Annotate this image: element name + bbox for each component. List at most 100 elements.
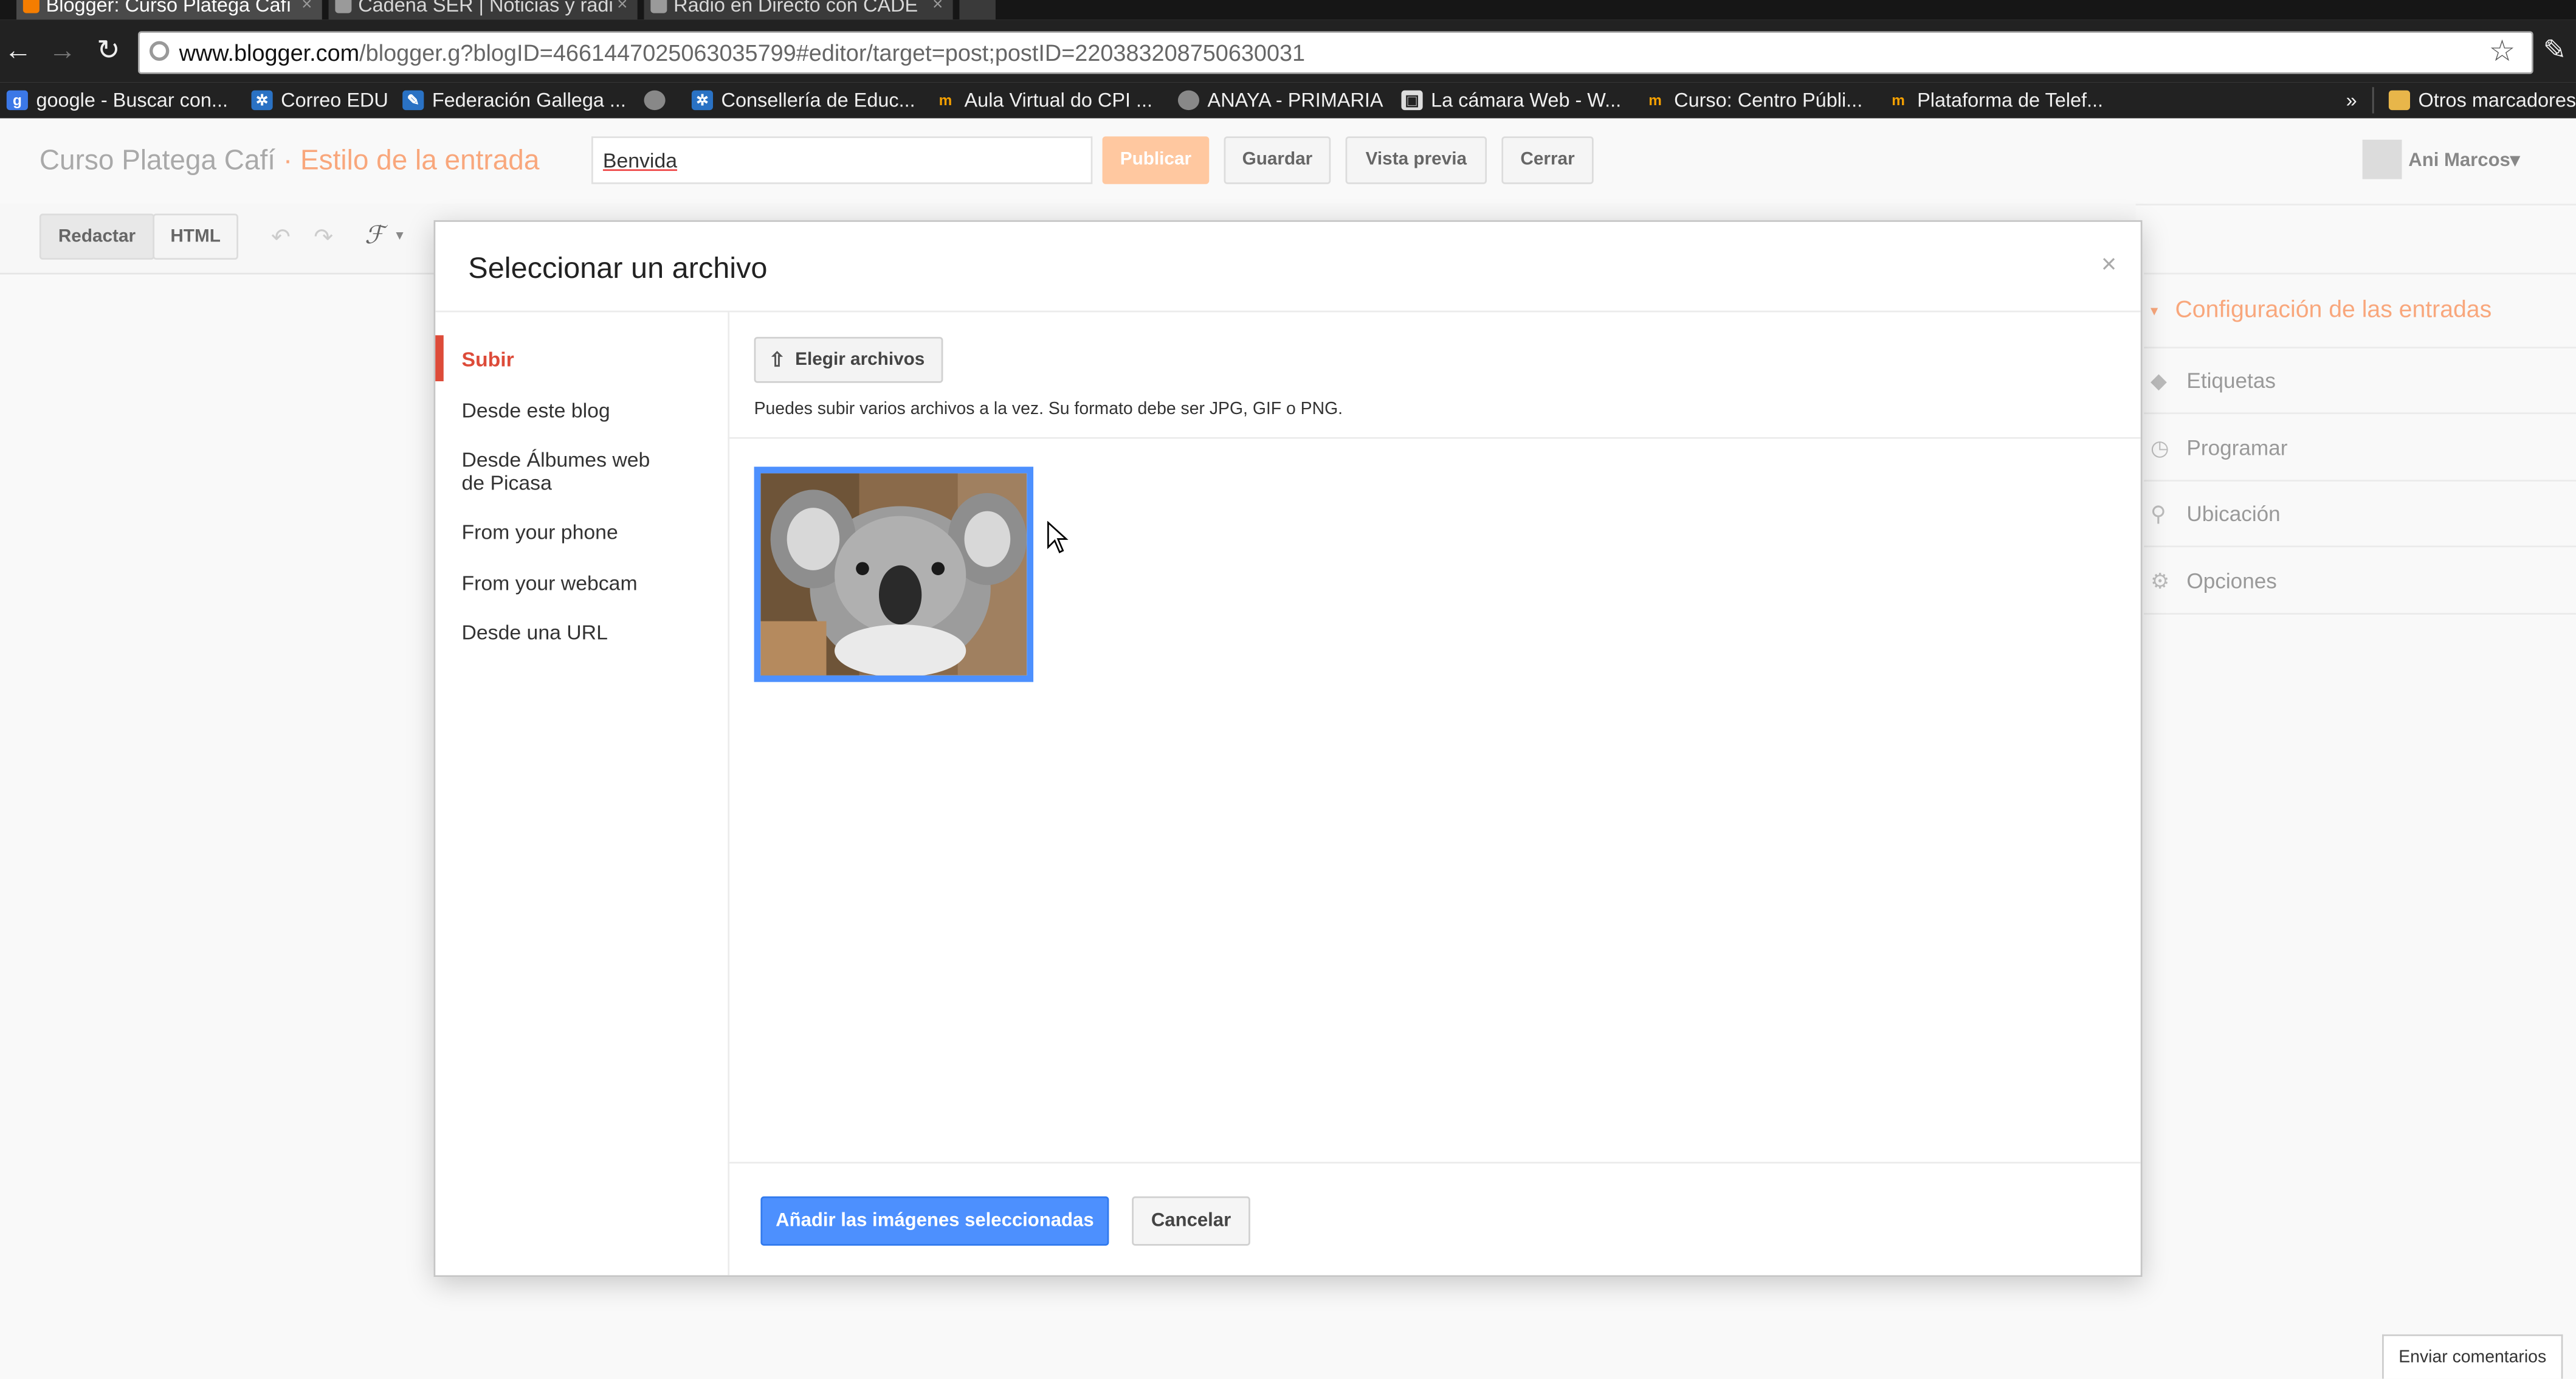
camera-icon: ▣ xyxy=(1401,90,1423,111)
font-icon[interactable]: ℱ xyxy=(365,220,384,250)
google-icon: g xyxy=(6,90,28,111)
xunta-icon: ✲ xyxy=(251,90,273,111)
bookmark-label: Plataforma de Telef... xyxy=(1917,88,2104,112)
source-this-blog[interactable]: Desde este blog xyxy=(461,399,708,423)
tab-cadena-ser[interactable]: Cadena SER | Noticias y radi × xyxy=(328,0,638,20)
bookmark-federacion[interactable]: ✎ Federación Gallega ... xyxy=(402,87,626,113)
new-tab-button[interactable] xyxy=(959,0,996,20)
source-url[interactable]: Desde una URL xyxy=(461,621,708,645)
back-arrow-icon[interactable]: ← xyxy=(2,35,35,67)
chevron-down-icon: ▾ xyxy=(2510,151,2520,171)
bookmarks-overflow-button[interactable]: » xyxy=(2346,87,2357,113)
selected-indicator xyxy=(435,335,444,382)
bookmark-google[interactable]: g google - Buscar con... xyxy=(6,87,228,113)
source-upload[interactable]: Subir xyxy=(461,348,708,372)
forward-arrow-icon[interactable]: → xyxy=(46,35,79,67)
page-icon xyxy=(149,41,170,61)
breadcrumb: Curso Platega Cafí · Estilo de la entrad… xyxy=(40,145,540,178)
federacion-icon: ✎ xyxy=(402,90,424,111)
tab-title: Radio en Directo con CADE xyxy=(673,0,918,17)
blogger-header: Curso Platega Cafí · Estilo de la entrad… xyxy=(0,118,2576,206)
blog-name[interactable]: Curso Platega Cafí xyxy=(40,145,275,176)
html-mode-button[interactable]: HTML xyxy=(153,213,238,260)
other-bookmarks[interactable]: Otros marcadores xyxy=(2388,87,2576,113)
ser-icon xyxy=(335,0,352,13)
ser-icon xyxy=(650,0,667,13)
user-menu[interactable]: Ani Marcos▾ xyxy=(2408,148,2519,171)
settings-item-schedule[interactable]: ◷ Programar xyxy=(2144,416,2576,482)
screen: Blogger: Curso Platega Cafí × Cadena SER… xyxy=(0,0,2576,1379)
tab-blogger[interactable]: Blogger: Curso Platega Cafí × xyxy=(16,0,322,20)
avatar[interactable] xyxy=(2362,139,2402,179)
post-title-input[interactable]: Benvida xyxy=(591,136,1093,184)
user-name: Ani Marcos xyxy=(2408,151,2510,171)
moodle-icon: m xyxy=(938,92,952,109)
undo-icon[interactable]: ↶ xyxy=(271,224,291,252)
bookmark-label: Consellería de Educ... xyxy=(721,88,915,112)
bookmark-plataforma[interactable]: m Plataforma de Telef... xyxy=(1888,87,2104,113)
chevron-down-icon[interactable]: ▾ xyxy=(396,227,403,245)
tab-close-icon[interactable]: × xyxy=(617,0,627,19)
settings-item-options[interactable]: ⚙ Opciones xyxy=(2144,549,2576,615)
bookmark-correo-edu[interactable]: ✲ Correo EDU xyxy=(251,87,388,113)
add-selected-images-button[interactable]: Añadir las imágenes seleccionadas xyxy=(760,1196,1109,1246)
close-button[interactable]: Cerrar xyxy=(1501,136,1594,184)
tab-title: Cadena SER | Noticias y radi xyxy=(358,0,613,17)
settings-item-labels[interactable]: ◆ Etiquetas xyxy=(2144,348,2576,415)
reload-icon[interactable]: ↻ xyxy=(92,35,125,67)
bookmark-curso-centro[interactable]: m Curso: Centro Públi... xyxy=(1645,87,1862,113)
bookmark-globe[interactable] xyxy=(644,87,666,113)
source-sidebar: Subir Desde este blog Desde Álbumes web … xyxy=(435,312,730,1276)
browser-tab-strip: Blogger: Curso Platega Cafí × Cadena SER… xyxy=(0,0,2576,20)
divider xyxy=(2372,87,2374,114)
tab-close-icon[interactable]: × xyxy=(301,0,312,19)
settings-heading[interactable]: ▾ Configuración de las entradas xyxy=(2144,272,2576,348)
source-picasa[interactable]: Desde Álbumes web de Picasa xyxy=(461,449,675,495)
compose-mode-button[interactable]: Redactar xyxy=(39,213,155,260)
choose-files-button[interactable]: ⇧ Elegir archivos xyxy=(754,337,943,383)
tab-radio-directo[interactable]: Radio en Directo con CADE × xyxy=(644,0,953,20)
source-webcam[interactable]: From your webcam xyxy=(461,572,708,595)
triangle-down-icon: ▾ xyxy=(2150,302,2158,319)
save-button[interactable]: Guardar xyxy=(1224,136,1331,184)
selected-image-thumbnail[interactable] xyxy=(754,466,1034,682)
bookmark-anaya[interactable]: ANAYA - PRIMARIA xyxy=(1177,87,1383,113)
bookmark-camara-web[interactable]: ▣ La cámara Web - W... xyxy=(1401,87,1621,113)
settings-item-location[interactable]: ⚲ Ubicación xyxy=(2144,482,2576,548)
source-phone[interactable]: From your phone xyxy=(461,521,708,544)
breadcrumb-separator: · xyxy=(283,144,293,176)
post-settings-panel: ▾ Configuración de las entradas ◆ Etiquet… xyxy=(2130,272,2576,1379)
file-picker-dialog: Seleccionar un archivo × Subir Desde est… xyxy=(433,220,2143,1277)
upload-hint: Puedes subir varios archivos a la vez. S… xyxy=(754,399,1343,420)
globe-icon xyxy=(1177,90,1200,111)
star-icon[interactable]: ☆ xyxy=(2489,35,2516,69)
page-title: Estilo de la entrada xyxy=(300,144,540,176)
clock-icon: ◷ xyxy=(2150,435,2169,460)
post-title-value: Benvida xyxy=(602,149,678,173)
cancel-button[interactable]: Cancelar xyxy=(1132,1196,1250,1246)
bookmark-label: Correo EDU xyxy=(281,88,388,112)
redo-icon[interactable]: ↷ xyxy=(314,224,333,252)
bookmark-label: Otros marcadores xyxy=(2418,88,2576,112)
publish-button[interactable]: Publicar xyxy=(1102,136,1210,184)
dialog-title: Seleccionar un archivo xyxy=(468,251,768,285)
preview-button[interactable]: Vista previa xyxy=(1345,136,1487,184)
location-pin-icon: ⚲ xyxy=(2150,501,2166,526)
bookmark-aula-virtual[interactable]: m Aula Virtual do CPI ... xyxy=(935,87,1152,113)
folder-icon xyxy=(2388,90,2411,111)
tag-icon: ◆ xyxy=(2150,368,2167,393)
send-feedback-button[interactable]: Enviar comentarios xyxy=(2382,1334,2563,1379)
bookmark-conselleria[interactable]: ✲ Consellería de Educ... xyxy=(691,87,915,113)
url-text: www.blogger.com/blogger.g?blogID=4661447… xyxy=(179,40,1306,66)
settings-item-label: Opciones xyxy=(2186,569,2277,593)
bookmarks-bar: g google - Buscar con... ✲ Correo EDU ✎ Fed… xyxy=(0,82,2576,119)
wrench-icon[interactable]: ✎ xyxy=(2538,35,2571,67)
tab-close-icon[interactable]: × xyxy=(932,0,943,19)
upload-icon: ⇧ xyxy=(768,348,786,372)
moodle-icon: m xyxy=(1648,92,1662,109)
tab-title: Blogger: Curso Platega Cafí xyxy=(46,0,292,17)
gear-icon: ⚙ xyxy=(2150,569,2170,593)
address-bar[interactable]: www.blogger.com/blogger.g?blogID=4661447… xyxy=(138,31,2533,74)
divider xyxy=(728,1161,2141,1164)
close-icon[interactable]: × xyxy=(2101,252,2116,282)
